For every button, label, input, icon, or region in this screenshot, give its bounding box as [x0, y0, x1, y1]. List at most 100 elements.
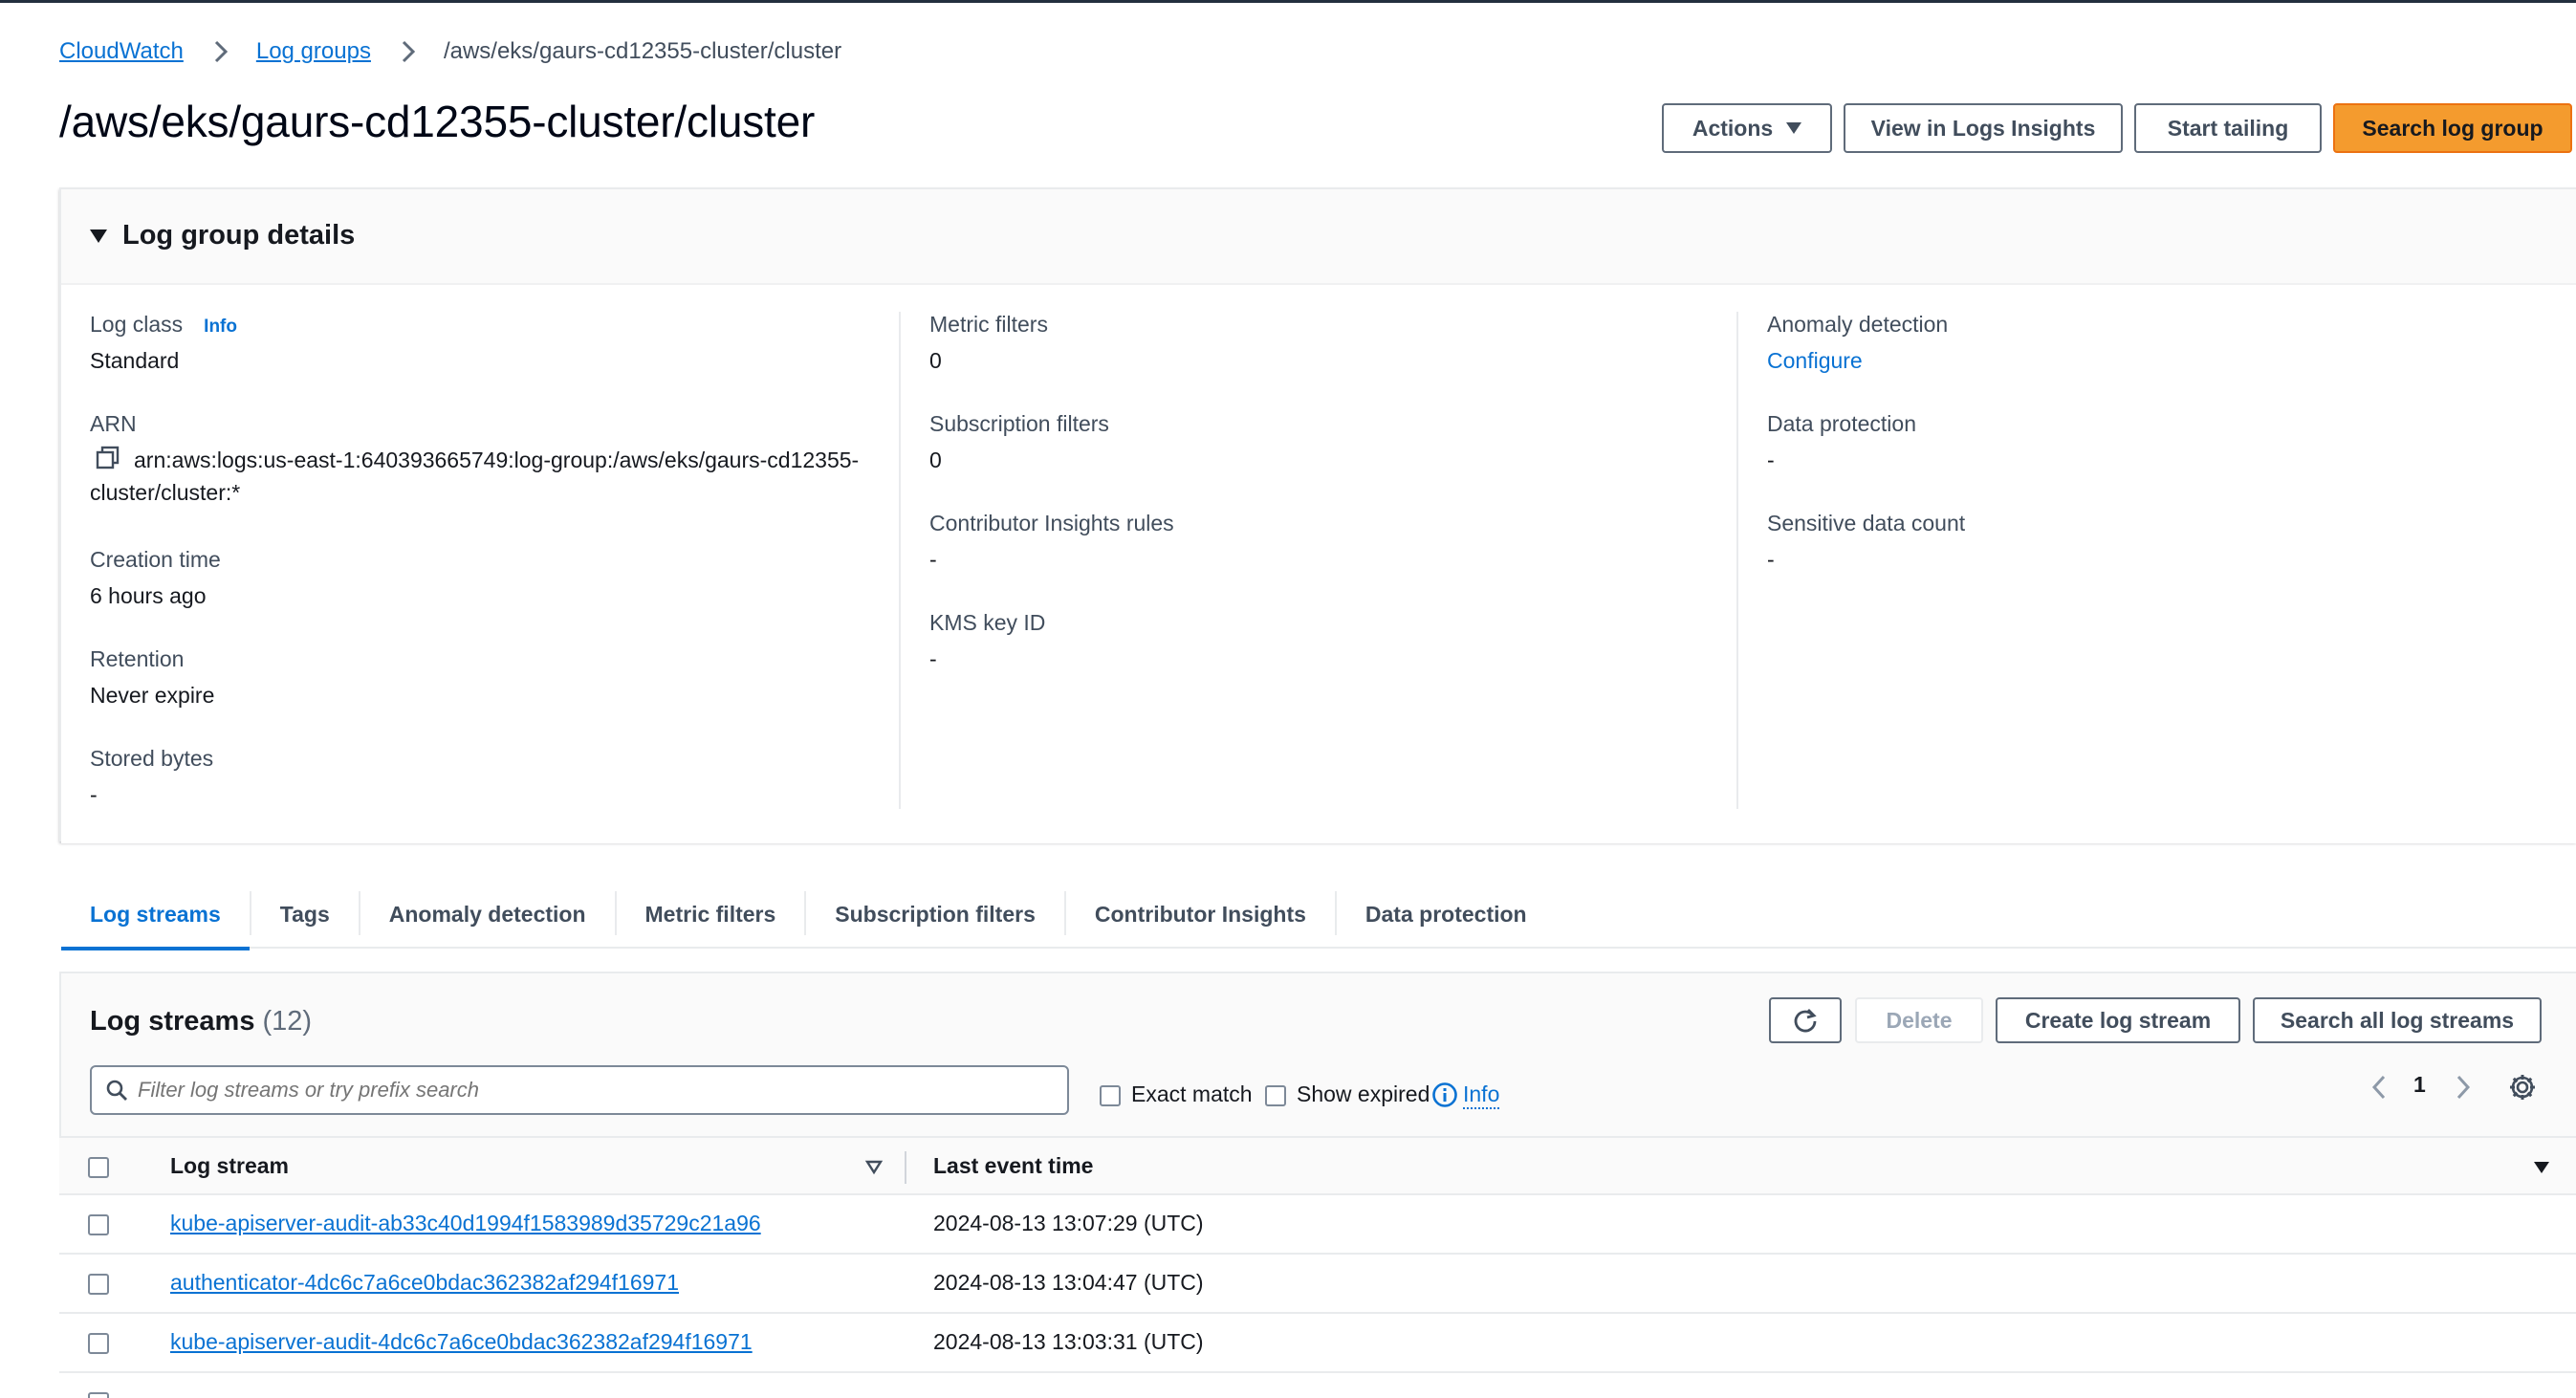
- arn-value-row: arn:aws:logs:us-east-1:640393665749:log-…: [90, 444, 884, 509]
- table-header: Log stream Last event time: [59, 1136, 2576, 1195]
- column-divider: [1736, 312, 1738, 809]
- show-expired-info-link[interactable]: Info: [1463, 1081, 1500, 1109]
- log-streams-count: (12): [262, 1006, 313, 1037]
- sort-icon[interactable]: [864, 1157, 884, 1176]
- table-row: authenticator-4dc6c7a6ce0bdac362382af294…: [59, 1255, 2576, 1314]
- sensitive-data-count-value: -: [1767, 547, 1775, 572]
- page-title: /aws/eks/gaurs-cd12355-cluster/cluster: [59, 97, 816, 146]
- details-header[interactable]: Log group details: [61, 189, 2576, 285]
- creation-time-field: Creation time 6 hours ago: [90, 545, 221, 612]
- breadcrumb-cloudwatch[interactable]: CloudWatch: [59, 38, 184, 65]
- last-event-time: 2024-08-13 13:07:29 (UTC): [933, 1211, 1204, 1235]
- data-protection-value: -: [1767, 448, 1775, 472]
- row-checkbox[interactable]: [88, 1274, 109, 1295]
- tab-subscription-filters[interactable]: Subscription filters: [806, 880, 1064, 949]
- refresh-icon: [1794, 1009, 1817, 1033]
- log-stream-search-field[interactable]: [90, 1065, 1069, 1115]
- creation-time-label: Creation time: [90, 547, 221, 572]
- top-border: [0, 0, 2576, 3]
- contributor-insights-rules-label: Contributor Insights rules: [929, 511, 1174, 535]
- column-divider: [899, 312, 901, 809]
- page-number[interactable]: 1: [2413, 1072, 2426, 1098]
- log-class-value: Standard: [90, 348, 180, 373]
- log-stream-link[interactable]: kube-apiserver-audit-ab33c40d1994f158398…: [170, 1211, 761, 1236]
- table-row: kube-apiserver-audit-4dc6c7a6ce0bdac3623…: [59, 1314, 2576, 1373]
- row-checkbox[interactable]: [88, 1392, 109, 1398]
- breadcrumb-current: /aws/eks/gaurs-cd12355-cluster/cluster: [443, 38, 842, 64]
- retention-value: Never expire: [90, 683, 215, 708]
- chevron-right-icon[interactable]: [2452, 1073, 2475, 1102]
- show-expired-checkbox[interactable]: [1265, 1085, 1286, 1106]
- data-protection-field: Data protection -: [1767, 409, 1916, 476]
- search-log-group-button[interactable]: Search log group: [2333, 103, 2572, 153]
- log-streams-title: Log streams (12): [90, 1006, 312, 1038]
- tab-anomaly-detection[interactable]: Anomaly detection: [360, 880, 615, 949]
- breadcrumb-log-groups[interactable]: Log groups: [256, 38, 371, 65]
- tab-metric-filters[interactable]: Metric filters: [617, 880, 805, 949]
- gear-icon[interactable]: [2507, 1072, 2538, 1103]
- metric-filters-value: 0: [929, 348, 942, 373]
- log-group-details-panel: Log group details Log class Info Standard…: [59, 187, 2576, 843]
- search-all-log-streams-button[interactable]: Search all log streams: [2253, 997, 2542, 1043]
- chevron-right-icon: [214, 40, 228, 63]
- actions-dropdown-button[interactable]: Actions: [1662, 103, 1832, 153]
- log-class-info-link[interactable]: Info: [204, 317, 237, 337]
- sort-descending-icon[interactable]: [2532, 1159, 2551, 1176]
- start-tailing-button[interactable]: Start tailing: [2134, 103, 2322, 153]
- retention-label: Retention: [90, 646, 185, 671]
- log-streams-title-text: Log streams: [90, 1006, 255, 1037]
- data-protection-label: Data protection: [1767, 411, 1916, 436]
- stored-bytes-label: Stored bytes: [90, 746, 214, 771]
- breadcrumb: CloudWatch Log groups /aws/eks/gaurs-cd1…: [59, 34, 841, 69]
- column-header-last-event-time[interactable]: Last event time: [933, 1153, 1093, 1179]
- configure-link[interactable]: Configure: [1767, 348, 1863, 373]
- log-stream-search-input[interactable]: [138, 1078, 1037, 1103]
- kms-key-id-field: KMS key ID -: [929, 608, 1045, 675]
- tab-contributor-insights[interactable]: Contributor Insights: [1066, 880, 1335, 949]
- arn-label: ARN: [90, 411, 137, 436]
- tab-tags[interactable]: Tags: [251, 880, 359, 949]
- tab-log-streams[interactable]: Log streams: [61, 880, 250, 950]
- delete-button[interactable]: Delete: [1855, 997, 1983, 1043]
- refresh-button[interactable]: [1769, 997, 1842, 1043]
- select-all-checkbox[interactable]: [88, 1157, 109, 1178]
- table-body: kube-apiserver-audit-ab33c40d1994f158398…: [59, 1195, 2576, 1398]
- exact-match-checkbox[interactable]: [1100, 1085, 1121, 1106]
- table-row-partial: [59, 1373, 2576, 1398]
- subscription-filters-label: Subscription filters: [929, 411, 1109, 436]
- column-header-log-stream[interactable]: Log stream: [170, 1153, 289, 1179]
- view-in-logs-insights-button[interactable]: View in Logs Insights: [1844, 103, 2123, 153]
- caret-down-icon: [1786, 122, 1802, 134]
- row-checkbox[interactable]: [88, 1214, 109, 1235]
- row-checkbox[interactable]: [88, 1333, 109, 1354]
- create-log-stream-button[interactable]: Create log stream: [1996, 997, 2240, 1043]
- stored-bytes-value: -: [90, 782, 98, 807]
- kms-key-id-value: -: [929, 646, 937, 671]
- anomaly-detection-label: Anomaly detection: [1767, 312, 1949, 337]
- contributor-insights-rules-value: -: [929, 547, 937, 572]
- kms-key-id-label: KMS key ID: [929, 610, 1046, 635]
- tab-data-protection[interactable]: Data protection: [1337, 880, 1556, 949]
- log-class-field: Log class Info Standard: [90, 310, 237, 377]
- arn-value: arn:aws:logs:us-east-1:640393665749:log-…: [90, 448, 860, 505]
- table-row: kube-apiserver-audit-ab33c40d1994f158398…: [59, 1195, 2576, 1255]
- sensitive-data-count-field: Sensitive data count -: [1767, 509, 1965, 576]
- caret-down-icon[interactable]: [90, 229, 107, 243]
- last-event-time: 2024-08-13 13:04:47 (UTC): [933, 1270, 1204, 1295]
- subscription-filters-value: 0: [929, 448, 942, 472]
- creation-time-value: 6 hours ago: [90, 583, 207, 608]
- chevron-left-icon[interactable]: [2368, 1073, 2390, 1102]
- details-body: [61, 285, 2576, 843]
- metric-filters-label: Metric filters: [929, 312, 1048, 337]
- column-resizer[interactable]: [905, 1151, 906, 1184]
- actions-label: Actions: [1692, 115, 1774, 141]
- search-icon: [106, 1080, 127, 1101]
- log-class-label: Log class: [90, 312, 184, 337]
- show-expired-label: Show expired: [1297, 1081, 1430, 1106]
- retention-field: Retention Never expire: [90, 644, 214, 711]
- contributor-insights-rules-field: Contributor Insights rules -: [929, 509, 1174, 576]
- log-stream-link[interactable]: kube-apiserver-audit-4dc6c7a6ce0bdac3623…: [170, 1329, 753, 1355]
- copy-icon[interactable]: [96, 446, 120, 470]
- last-event-time: 2024-08-13 13:03:31 (UTC): [933, 1329, 1204, 1354]
- log-stream-link[interactable]: authenticator-4dc6c7a6ce0bdac362382af294…: [170, 1270, 679, 1296]
